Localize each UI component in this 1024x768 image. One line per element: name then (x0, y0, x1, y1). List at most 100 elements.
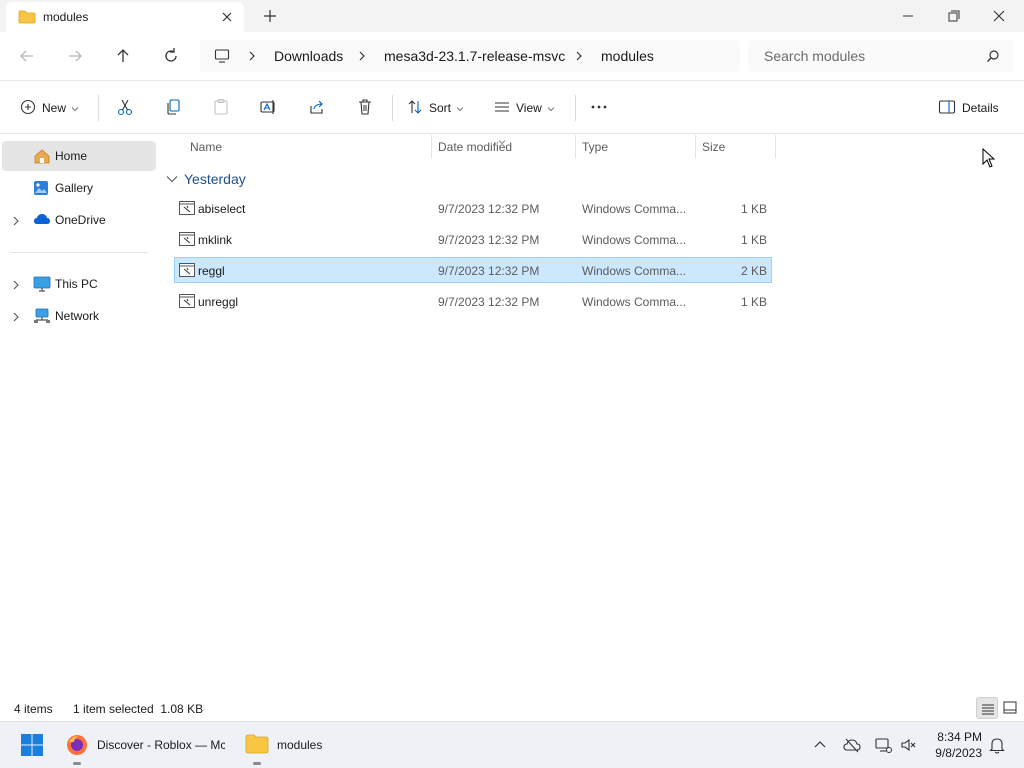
up-arrow-icon[interactable] (113, 46, 133, 66)
scissors-icon (116, 98, 134, 119)
list-item-selected[interactable]: reggl 9/7/2023 12:32 PM Windows Comma...… (174, 257, 772, 283)
chevron-right-icon[interactable] (357, 50, 367, 62)
search-icon[interactable] (986, 49, 1000, 66)
details-view-toggle[interactable] (976, 697, 998, 719)
sort-button[interactable]: Sort (407, 99, 464, 117)
nav-item-onedrive[interactable]: OneDrive (2, 205, 156, 235)
chevron-right-icon[interactable] (247, 50, 257, 62)
close-window-icon[interactable] (991, 8, 1007, 24)
maximize-icon[interactable] (945, 8, 961, 24)
chevron-right-icon[interactable] (12, 279, 20, 293)
batch-file-icon (179, 263, 195, 280)
column-divider[interactable] (575, 135, 576, 159)
volume-muted-icon[interactable] (900, 736, 918, 754)
navigation-pane: Home Gallery OneDrive This PC Network (0, 135, 157, 695)
file-date: 9/7/2023 12:32 PM (438, 202, 540, 216)
nav-label: Network (55, 309, 100, 323)
copy-button[interactable] (164, 98, 182, 119)
paste-button[interactable] (212, 98, 230, 117)
file-name: mklink (198, 233, 233, 247)
file-name: unreggl (198, 295, 239, 309)
file-name: reggl (198, 264, 225, 278)
onedrive-offline-icon[interactable] (843, 736, 861, 754)
chevron-up-icon[interactable] (811, 736, 829, 754)
cut-button[interactable] (116, 99, 134, 117)
windows-start-icon[interactable] (20, 733, 44, 760)
list-item[interactable]: abiselect 9/7/2023 12:32 PM Windows Comm… (174, 195, 772, 221)
system-clock[interactable]: 8:34 PM 9/8/2023 (928, 729, 982, 761)
chevron-down-icon (71, 101, 79, 115)
divider (98, 95, 99, 121)
breadcrumb-modules[interactable]: modules (601, 48, 654, 64)
list-item[interactable]: unreggl 9/7/2023 12:32 PM Windows Comma.… (174, 288, 772, 314)
monitor-icon[interactable] (214, 48, 230, 67)
file-name: abiselect (198, 202, 246, 216)
breadcrumb-downloads[interactable]: Downloads (274, 48, 343, 64)
more-options-button[interactable] (590, 99, 608, 117)
tab-modules[interactable]: modules (6, 2, 244, 32)
nav-item-network[interactable]: Network (2, 301, 156, 331)
column-header-type[interactable]: Type (582, 140, 608, 154)
file-size: 2 KB (740, 264, 767, 278)
nav-item-gallery[interactable]: Gallery (2, 173, 156, 203)
clock-time: 8:34 PM (937, 730, 982, 744)
new-button[interactable]: New (20, 99, 79, 117)
column-divider[interactable] (695, 135, 696, 159)
tiles-view-toggle[interactable] (999, 697, 1021, 719)
group-label: Yesterday (184, 171, 246, 187)
file-type: Windows Comma... (582, 264, 687, 278)
mouse-cursor-icon (982, 147, 996, 171)
forward-arrow-icon[interactable] (65, 46, 85, 66)
copy-icon (164, 98, 182, 119)
group-header[interactable]: Yesterday (166, 171, 246, 187)
delete-button[interactable] (356, 98, 374, 119)
breadcrumb-mesa3d[interactable]: mesa3d-23.1.7-release-msvc (384, 48, 565, 64)
taskbar-app-explorer[interactable]: modules (240, 722, 340, 768)
chevron-right-icon[interactable] (12, 215, 20, 229)
batch-file-icon (179, 294, 195, 311)
nav-item-this-pc[interactable]: This PC (2, 269, 156, 299)
details-pane-button[interactable]: Details (938, 99, 999, 117)
chevron-right-icon[interactable] (574, 50, 584, 62)
trash-icon (356, 98, 374, 119)
refresh-icon[interactable] (161, 46, 181, 66)
nav-label: This PC (55, 277, 98, 291)
file-date: 9/7/2023 12:32 PM (438, 295, 540, 309)
list-item[interactable]: mklink 9/7/2023 12:32 PM Windows Comma..… (174, 226, 772, 252)
rename-icon (259, 98, 277, 119)
file-size: 1 KB (740, 202, 767, 216)
search-placeholder: Search modules (764, 48, 866, 64)
nav-label: OneDrive (55, 213, 106, 227)
status-bar: 4 items 1 item selected 1.08 KB (0, 695, 1024, 721)
file-date: 9/7/2023 12:32 PM (438, 264, 540, 278)
nav-label: Home (55, 149, 88, 163)
close-tab-icon[interactable] (218, 8, 236, 26)
search-input[interactable]: Search modules (748, 40, 1014, 72)
back-arrow-icon[interactable] (17, 46, 37, 66)
command-bar: New Sort View Details (0, 80, 1024, 134)
nav-item-home[interactable]: Home (2, 141, 156, 171)
breadcrumb[interactable]: Downloads mesa3d-23.1.7-release-msvc mod… (200, 40, 740, 72)
firefox-icon (66, 734, 88, 759)
folder-icon (18, 10, 36, 27)
minimize-icon[interactable] (900, 8, 916, 24)
column-divider[interactable] (431, 135, 432, 159)
chevron-right-icon[interactable] (12, 311, 20, 325)
rename-button[interactable] (259, 99, 277, 117)
divider (575, 95, 576, 121)
new-label: New (42, 101, 67, 115)
item-count: 4 items (14, 702, 53, 716)
column-header-name[interactable]: Name (190, 140, 222, 154)
network-status-icon[interactable] (874, 736, 892, 754)
taskbar-app-firefox[interactable]: Discover - Roblox — Mc (60, 722, 232, 768)
clock-date: 9/8/2023 (935, 746, 982, 760)
share-button[interactable] (308, 99, 326, 117)
column-header-date-modified[interactable]: Date modified (438, 140, 512, 154)
nav-label: Gallery (55, 181, 94, 195)
notification-bell-icon[interactable] (988, 736, 1006, 754)
sort-icon (407, 99, 423, 118)
column-divider[interactable] (775, 135, 776, 159)
view-button[interactable]: View (494, 99, 555, 117)
new-tab-button[interactable] (262, 8, 278, 24)
column-header-size[interactable]: Size (702, 140, 725, 154)
